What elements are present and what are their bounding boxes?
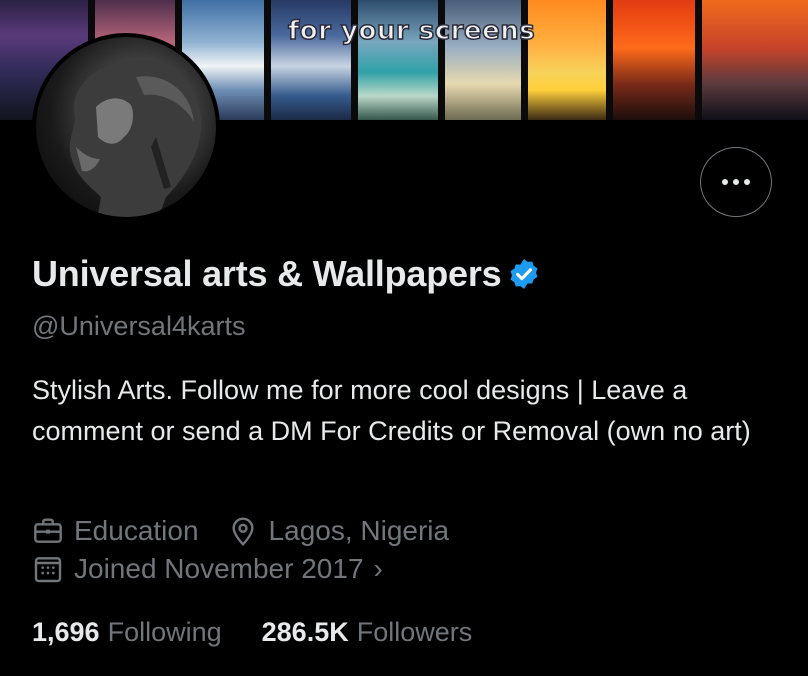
followers-label: Followers <box>356 617 473 647</box>
category-label: Education <box>74 515 199 546</box>
profile-stats: 1,696 Following 286.5K Followers <box>32 617 512 648</box>
briefcase-icon <box>34 518 62 543</box>
profile-handle: @Universal4karts <box>32 311 246 341</box>
statue-portrait-image <box>69 59 202 217</box>
profile-bio: Stylish Arts. Follow me for more cool de… <box>32 375 751 446</box>
profile-joined-row: Joined November 2017 › <box>32 553 411 585</box>
display-name: Universal arts & Wallpapers <box>32 253 502 294</box>
joined-label: Joined November 2017 <box>74 553 364 584</box>
banner-image-strip <box>702 0 808 120</box>
following-count: 1,696 <box>32 617 100 647</box>
calendar-icon <box>34 557 62 583</box>
verified-badge-icon[interactable] <box>507 257 541 291</box>
followers-count: 286.5K <box>261 617 349 647</box>
profile-name-row: Universal arts & Wallpapers <box>32 253 541 295</box>
banner-caption: for your screens <box>287 15 536 47</box>
profile-joined[interactable]: Joined November 2017 › <box>32 553 383 585</box>
profile-location: Lagos, Nigeria <box>227 515 450 547</box>
profile-meta-row: Education Lagos, Nigeria <box>32 515 477 547</box>
banner-image-strip <box>613 0 695 120</box>
location-label: Lagos, Nigeria <box>268 515 450 546</box>
chevron-right-icon: › <box>373 553 383 584</box>
following-link[interactable]: 1,696 Following <box>32 617 222 648</box>
following-label: Following <box>107 617 222 647</box>
location-pin-icon <box>232 517 254 547</box>
avatar[interactable] <box>32 33 220 221</box>
banner-image-strip <box>528 0 606 120</box>
more-options-button[interactable] <box>700 147 772 217</box>
more-horizontal-icon <box>722 179 750 185</box>
followers-link[interactable]: 286.5K Followers <box>262 617 473 648</box>
profile-category: Education <box>32 515 199 547</box>
